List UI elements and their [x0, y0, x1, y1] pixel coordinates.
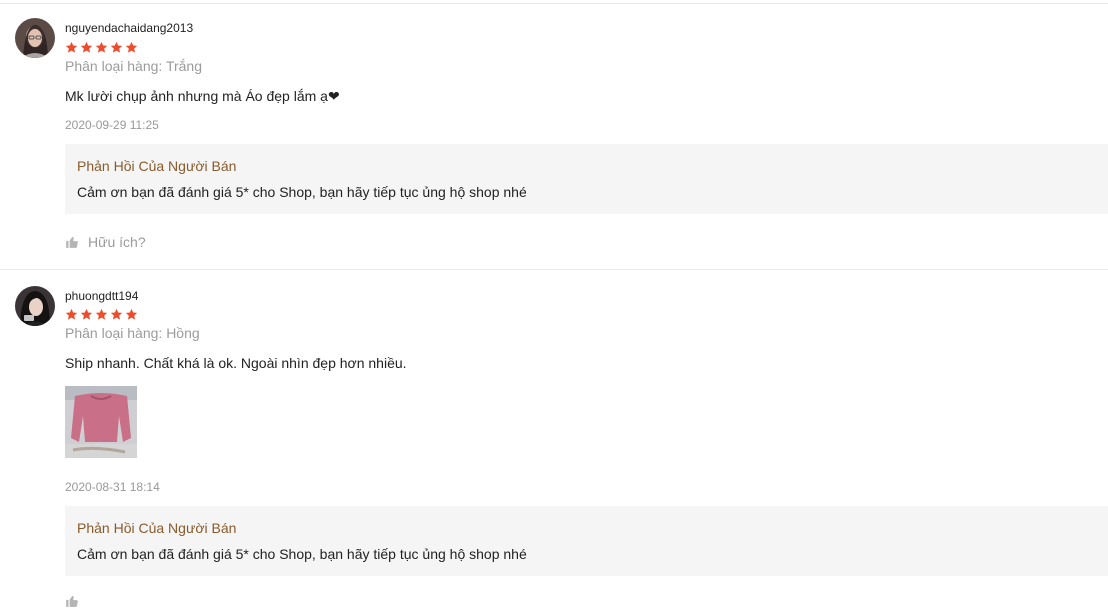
review-item: phuongdtt194 Phân loại hàng: Hồng Ship n… [0, 270, 1108, 607]
review-photo[interactable] [65, 386, 137, 458]
avatar[interactable] [15, 18, 55, 58]
review-timestamp: 2020-09-29 11:25 [65, 118, 159, 132]
star-icon [65, 308, 78, 320]
star-icon [110, 308, 123, 320]
variant-label: Phân loại hàng: Hồng [65, 325, 200, 341]
seller-reply-title: Phản Hồi Của Người Bán [77, 158, 237, 174]
star-icon [110, 41, 123, 53]
helpful-button[interactable] [65, 594, 79, 608]
star-icon [80, 41, 93, 53]
star-icon [95, 308, 108, 320]
variant-label: Phân loại hàng: Trắng [65, 58, 202, 74]
seller-reply-text: Cảm ơn bạn đã đánh giá 5* cho Shop, bạn … [77, 184, 527, 200]
review-comment: Mk lười chụp ảnh nhưng mà Áo đẹp lắm ạ❤ [65, 88, 340, 104]
seller-reply: Phản Hồi Của Người Bán Cảm ơn bạn đã đán… [65, 506, 1108, 576]
rating-stars [65, 308, 138, 322]
seller-reply-text: Cảm ơn bạn đã đánh giá 5* cho Shop, bạn … [77, 546, 527, 562]
thumbs-up-icon [66, 236, 78, 248]
seller-reply: Phản Hồi Của Người Bán Cảm ơn bạn đã đán… [65, 144, 1108, 214]
star-icon [80, 308, 93, 320]
review-timestamp: 2020-08-31 18:14 [65, 480, 160, 494]
star-icon [65, 41, 78, 53]
star-icon [95, 41, 108, 53]
seller-reply-title: Phản Hồi Của Người Bán [77, 520, 237, 536]
review-item: nguyendachaidang2013 Phân loại hàng: Trắ… [0, 0, 1108, 269]
helpful-label: Hữu ích? [88, 234, 146, 250]
star-icon [125, 41, 138, 53]
reviewer-username[interactable]: nguyendachaidang2013 [65, 21, 193, 35]
review-comment: Ship nhanh. Chất khá là ok. Ngoài nhìn đ… [65, 355, 407, 371]
rating-stars [65, 41, 138, 55]
thumbs-up-icon [66, 595, 78, 607]
helpful-button[interactable]: Hữu ích? [65, 234, 146, 250]
star-icon [125, 308, 138, 320]
avatar[interactable] [15, 286, 55, 326]
reviewer-username[interactable]: phuongdtt194 [65, 289, 138, 303]
